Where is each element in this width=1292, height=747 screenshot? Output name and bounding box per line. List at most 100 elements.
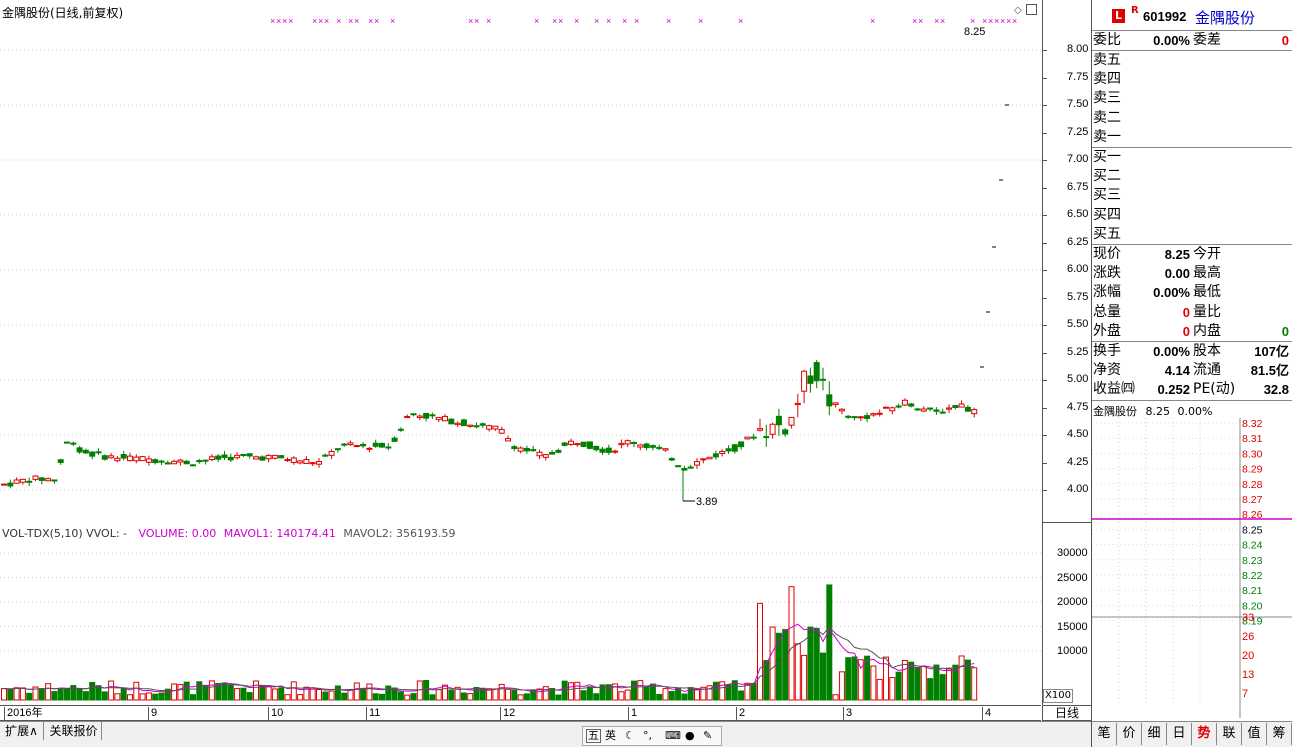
volume-bar (89, 681, 96, 701)
candle-body (542, 454, 549, 458)
quote-tab[interactable]: 笔 (1092, 723, 1117, 745)
volume-bar (782, 629, 789, 701)
price-tick: 7.00 (1067, 153, 1089, 165)
mini-price-tick: 8.31 (1242, 433, 1263, 445)
candle-body (712, 453, 719, 458)
stat-row: 总量 0 量比 (1093, 303, 1292, 322)
signal-marker: × (558, 16, 563, 26)
ime-english-icon[interactable]: 英 (605, 727, 616, 745)
sell-level[interactable]: 卖四 (1093, 70, 1292, 89)
ime-moon-icon[interactable]: ☾ (625, 727, 635, 745)
volume-bar (145, 692, 152, 701)
time-tick: 1 (628, 707, 637, 720)
candle-body (95, 451, 102, 454)
buy-label: 买三 (1093, 187, 1121, 204)
candle-body (782, 429, 789, 435)
ime-wubi-icon[interactable]: 五 (586, 729, 601, 743)
volume-bar (662, 688, 669, 701)
tab-extend[interactable]: 扩展∧ (0, 722, 44, 740)
candle-body (429, 414, 436, 417)
candle-body (379, 442, 385, 448)
buy-level[interactable]: 买四 (1093, 206, 1292, 225)
ime-tool-icon[interactable]: ✎ (703, 727, 712, 745)
weibi-value: 0.00% (1153, 33, 1190, 48)
quote-tab[interactable]: 价 (1117, 723, 1142, 745)
signal-marker: × (594, 16, 599, 26)
volume-bar (820, 652, 826, 701)
sell-level[interactable]: 卖五 (1093, 51, 1292, 70)
candle-body (139, 456, 146, 462)
price-tick: 5.00 (1067, 373, 1089, 385)
ime-user-icon[interactable]: ● (685, 727, 695, 745)
intraday-mini-chart: 8.328.318.308.298.288.278.268.258.248.23… (1092, 418, 1292, 718)
candle-body (271, 454, 278, 459)
candle-body (927, 407, 934, 410)
ime-dot-icon[interactable]: °, (643, 727, 652, 745)
candle-body (757, 428, 763, 431)
candle-body (171, 460, 178, 465)
volume-bar (511, 689, 518, 701)
stat-label: 量比 (1193, 303, 1221, 320)
ime-keyboard-icon[interactable]: ⌨ (665, 727, 681, 745)
volume-tick: 15000 (1057, 620, 1088, 633)
quote-tab[interactable]: 筹 (1267, 723, 1292, 745)
fund-label: 净资 (1093, 362, 1121, 379)
time-tick: 3 (843, 707, 852, 720)
sell-label: 卖三 (1093, 90, 1121, 107)
mini-vol-tick: 26 (1242, 631, 1254, 643)
candle-body (127, 455, 133, 462)
quote-tab[interactable]: 日 (1167, 723, 1192, 745)
signal-marker: × (324, 16, 329, 26)
mini-price-tick: 8.23 (1242, 555, 1263, 567)
sell-label: 卖四 (1093, 71, 1121, 88)
quote-side-tabs: 笔价细日势联值筹 (1092, 721, 1292, 747)
volume-bar (769, 626, 776, 701)
volume-bar (26, 692, 33, 701)
stat-label: 涨幅 (1093, 284, 1121, 301)
buy-level[interactable]: 买二 (1093, 167, 1292, 186)
volume-bar (958, 655, 965, 701)
price-tick: 6.50 (1067, 208, 1089, 220)
quote-tab[interactable]: 细 (1142, 723, 1167, 745)
fund-value: 81.5亿 (1250, 363, 1289, 379)
candle-body (586, 441, 593, 449)
candle-body (347, 442, 354, 446)
buy-level[interactable]: 买三 (1093, 186, 1292, 205)
signal-marker: × (354, 16, 359, 26)
stat-value: 8.25 (1164, 247, 1190, 262)
volume-bar (1, 688, 7, 701)
volume-bar (845, 657, 852, 701)
volume-bar (284, 694, 291, 701)
tab-related-quote[interactable]: 关联报价 (46, 722, 102, 740)
stat-label: 外盘 (1093, 322, 1121, 339)
candle-body (668, 458, 675, 461)
buy-level[interactable]: 买一 (1093, 148, 1292, 167)
signal-marker: × (1000, 16, 1005, 26)
stat-label: 内盘 (1193, 322, 1221, 339)
ime-toolbar: 五 英 ☾ °, ⌨ ● ✎ (582, 726, 722, 746)
volume-bar (208, 680, 215, 701)
stat-value: 0 (1182, 304, 1190, 320)
candle-body (864, 415, 871, 419)
quote-tab[interactable]: 势 (1192, 723, 1217, 745)
buy-level[interactable]: 买五 (1093, 225, 1292, 244)
volume-bar (82, 691, 89, 701)
quote-tab[interactable]: 联 (1217, 723, 1242, 745)
period-button[interactable]: 日线 (1042, 705, 1091, 721)
candle-body (290, 457, 297, 464)
candle-body (731, 444, 738, 452)
signal-marker: × (318, 16, 323, 26)
sell-level[interactable]: 卖二 (1093, 109, 1292, 128)
volume-bar (410, 693, 417, 701)
candle-body (57, 459, 64, 463)
volume-bar (435, 689, 442, 701)
candle-body (492, 425, 499, 430)
volume-bar (826, 584, 833, 701)
stat-row: 涨跌 0.00 最高 (1093, 264, 1292, 283)
volume-bar (712, 681, 719, 701)
candle-body (568, 440, 574, 445)
quote-tab[interactable]: 值 (1242, 723, 1267, 745)
sell-level[interactable]: 卖三 (1093, 89, 1292, 108)
candle-body (208, 456, 215, 460)
sell-level[interactable]: 卖一 (1093, 128, 1292, 147)
